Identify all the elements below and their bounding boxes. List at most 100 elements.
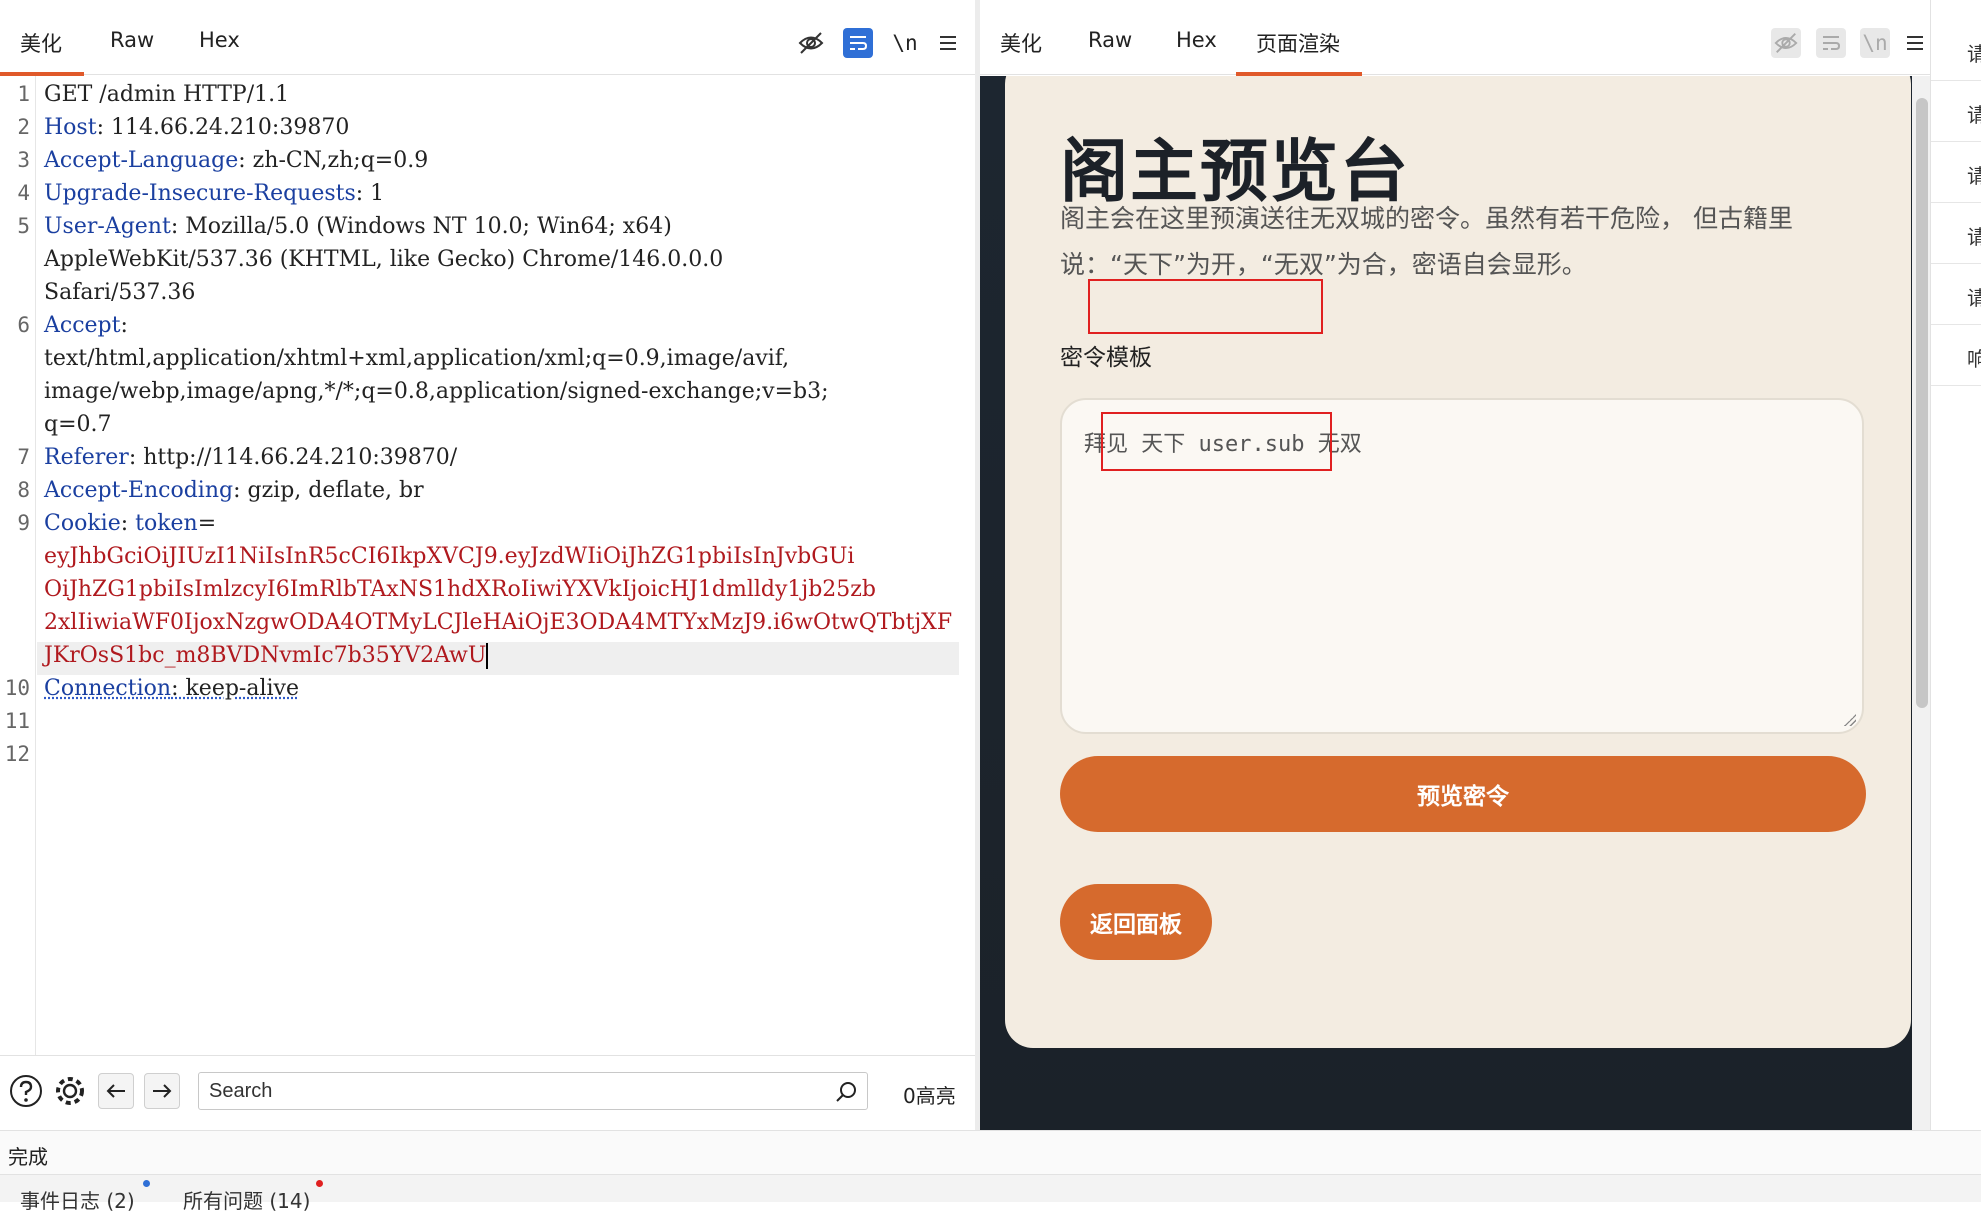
- line-number: 1: [0, 82, 30, 106]
- code-line: User-Agent: Mozilla/5.0 (Windows NT 10.0…: [44, 210, 959, 243]
- next-arrow-icon[interactable]: [144, 1073, 180, 1109]
- side-panel: 请 请 请 请 请 响: [1930, 0, 1981, 1130]
- prev-arrow-icon[interactable]: [98, 1073, 134, 1109]
- side-item[interactable]: 请: [1931, 264, 1981, 325]
- scrollbar-thumb[interactable]: [1916, 98, 1928, 708]
- header-name: Cookie: [44, 511, 121, 536]
- settings-gear-icon[interactable]: [52, 1073, 88, 1109]
- header-name: Host: [44, 115, 97, 140]
- tab-event-log[interactable]: 事件日志 (2): [20, 1185, 135, 1214]
- header-value: :: [121, 511, 135, 536]
- tab-all-issues[interactable]: 所有问题 (14): [183, 1185, 310, 1214]
- issues-dot-icon: [316, 1180, 323, 1187]
- help-icon[interactable]: [8, 1073, 44, 1109]
- tab-render[interactable]: 页面渲染: [1236, 28, 1362, 76]
- line-number: 7: [0, 445, 30, 469]
- search-bar: 0高亮: [0, 1055, 975, 1130]
- tab-hex[interactable]: Hex: [197, 28, 242, 66]
- header-value: : 114.66.24.210:39870: [97, 115, 350, 140]
- side-item[interactable]: 请: [1931, 81, 1981, 142]
- preview-button[interactable]: 预览密令: [1060, 756, 1866, 832]
- header-value: image/webp,image/apng,*/*;q=0.8,applicat…: [44, 379, 829, 404]
- line-number: 6: [0, 313, 30, 337]
- header-name: Referer: [44, 445, 129, 470]
- event-log-dot-icon: [143, 1180, 150, 1187]
- cookie-value: OiJhZG1pbiIsImlzcyI6ImRlbTAxNS1hdXRoIiwi…: [44, 577, 876, 602]
- request-editor[interactable]: GET /admin HTTP/1.1 Host: 114.66.24.210:3…: [0, 76, 975, 1055]
- menu-icon[interactable]: [1900, 28, 1930, 58]
- cookie-value: JKrOsS1bc_m8BVDNvmIc7b35YV2AwU: [44, 643, 486, 668]
- header-value: : zh-CN,zh;q=0.9: [238, 148, 428, 173]
- header-name: token: [135, 511, 198, 536]
- header-name: Upgrade-Insecure-Requests: [44, 181, 356, 206]
- status-bar: 完成: [0, 1130, 1981, 1174]
- code-line: text/html,application/xhtml+xml,applicat…: [44, 342, 959, 375]
- header-name: User-Agent: [44, 214, 171, 239]
- wrap-lines-icon[interactable]: [843, 28, 873, 58]
- code-line: Accept:: [44, 309, 959, 342]
- tab-raw[interactable]: Raw: [1086, 28, 1134, 66]
- header-value: =: [198, 511, 216, 536]
- code-line: Accept-Encoding: gzip, deflate, br: [44, 474, 959, 507]
- code-line: OiJhZG1pbiIsImlzcyI6ImRlbTAxNS1hdXRoIiwi…: [44, 573, 959, 606]
- tab-pretty[interactable]: 美化: [998, 28, 1044, 72]
- rendered-page: 阁主预览台 阁主会在这里预演送往无双城的密令。虽然有若干危险， 但古籍里 说：“…: [980, 76, 1932, 1130]
- preview-card: 阁主预览台 阁主会在这里预演送往无双城的密令。虽然有若干危险， 但古籍里 说：“…: [1005, 76, 1911, 1048]
- header-name: Connection: [44, 676, 171, 701]
- header-value: : Mozilla/5.0 (Windows NT 10.0; Win64; x…: [171, 214, 672, 239]
- header-value: Safari/537.36: [44, 280, 195, 305]
- hide-eye-icon[interactable]: [796, 28, 826, 58]
- highlight-count: 0高亮: [903, 1080, 956, 1109]
- line-number: 2: [0, 115, 30, 139]
- menu-icon[interactable]: [933, 28, 963, 58]
- newline-toggle[interactable]: \n: [1860, 28, 1890, 58]
- header-value: : gzip, deflate, br: [233, 478, 424, 503]
- tab-pretty[interactable]: 美化: [0, 28, 84, 76]
- code-line: Safari/537.36: [44, 276, 959, 309]
- response-tabbar: 美化 Raw Hex 页面渲染 \n: [980, 0, 1930, 75]
- tab-raw[interactable]: Raw: [108, 28, 156, 66]
- description-line: 阁主会在这里预演送往无双城的密令。虽然有若干危险， 但古籍里: [1060, 196, 1860, 242]
- header-value: : 1: [356, 181, 384, 206]
- tab-hex[interactable]: Hex: [1174, 28, 1219, 66]
- page-description: 阁主会在这里预演送往无双城的密令。虽然有若干危险， 但古籍里 说：“天下”为开，…: [1060, 196, 1860, 288]
- side-item[interactable]: 请: [1931, 20, 1981, 81]
- line-number: 9: [0, 511, 30, 535]
- code-line: Upgrade-Insecure-Requests: 1: [44, 177, 959, 210]
- newline-toggle[interactable]: \n: [890, 28, 920, 58]
- side-item[interactable]: 请: [1931, 203, 1981, 264]
- cookie-value: eyJhbGciOiJIUzI1NiIsInR5cCI6IkpXVCJ9.eyJ…: [44, 544, 854, 569]
- bottom-tabs: 事件日志 (2) 所有问题 (14): [0, 1174, 1981, 1202]
- wrap-lines-icon[interactable]: [1816, 28, 1846, 58]
- search-icon[interactable]: [834, 1080, 858, 1108]
- header-value: q=0.7: [44, 412, 112, 437]
- side-item[interactable]: 请: [1931, 142, 1981, 203]
- line-number: 11: [0, 709, 30, 733]
- code-line: image/webp,image/apng,*/*;q=0.8,applicat…: [44, 375, 959, 408]
- response-pane: 美化 Raw Hex 页面渲染 \n 阁主预览台 阁主会在这里预演送往无双城的密…: [980, 0, 1930, 1130]
- header-value: text/html,application/xhtml+xml,applicat…: [44, 346, 789, 371]
- request-pane: 美化 Raw Hex \n GET /admin HTTP/1.1 Host: 1…: [0, 0, 975, 1130]
- scrollbar[interactable]: [1912, 76, 1932, 1130]
- code-line: Cookie: token=: [44, 507, 959, 540]
- header-value: AppleWebKit/537.36 (KHTML, like Gecko) C…: [44, 247, 723, 272]
- code-line: q=0.7: [44, 408, 959, 441]
- code-line: Referer: http://114.66.24.210:39870/: [44, 441, 959, 474]
- back-button[interactable]: 返回面板: [1060, 884, 1212, 960]
- code-line: eyJhbGciOiJIUzI1NiIsInR5cCI6IkpXVCJ9.eyJ…: [44, 540, 959, 573]
- cookie-value: 2xlIiwiaWF0IjoxNzgwODA4OTMyLCJleHAiOjE3O…: [44, 610, 952, 635]
- hide-eye-icon[interactable]: [1771, 28, 1801, 58]
- resize-grip-icon[interactable]: [1844, 714, 1856, 726]
- header-value: GET /admin HTTP/1.1: [44, 82, 289, 107]
- search-input[interactable]: [198, 1072, 868, 1110]
- code-line: Accept-Language: zh-CN,zh;q=0.9: [44, 144, 959, 177]
- header-name: Accept: [44, 313, 120, 338]
- side-item[interactable]: 响: [1931, 325, 1981, 386]
- request-tabbar: 美化 Raw Hex \n: [0, 0, 975, 75]
- code-line: Connection: keep-alive: [44, 672, 959, 705]
- template-label: 密令模板: [1060, 338, 1152, 372]
- line-number: 12: [0, 742, 30, 766]
- code-line: GET /admin HTTP/1.1: [44, 78, 959, 111]
- code-line: 2xlIiwiaWF0IjoxNzgwODA4OTMyLCJleHAiOjE3O…: [44, 606, 959, 639]
- annotation-box: [1088, 279, 1323, 334]
